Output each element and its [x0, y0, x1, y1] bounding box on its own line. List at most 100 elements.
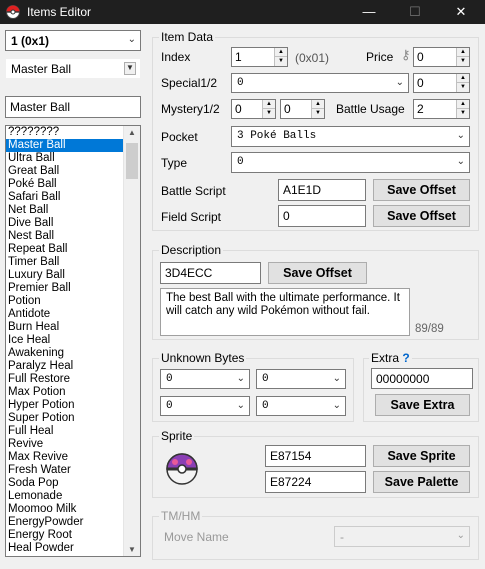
battle-usage-down-icon[interactable]: ▼ [456, 109, 469, 118]
list-item[interactable]: Nest Ball [6, 230, 123, 243]
unknown-byte-3[interactable]: 0 ⌄ [160, 396, 250, 416]
special-stepper[interactable]: 0 ▲ ▼ [413, 73, 470, 93]
list-item[interactable]: Repeat Ball [6, 243, 123, 256]
price-up-icon[interactable]: ▲ [456, 48, 469, 57]
battle-script-field[interactable]: A1E1D [278, 179, 366, 201]
mystery1-up-icon[interactable]: ▲ [262, 100, 275, 109]
list-item[interactable]: Max Revive [6, 451, 123, 464]
item-name-field[interactable]: Master Ball [5, 96, 141, 118]
list-item[interactable]: Luxury Ball [6, 269, 123, 282]
item-name-field-value: Master Ball [10, 100, 71, 114]
unknown-byte-1[interactable]: 0 ⌄ [160, 369, 250, 389]
index-up-icon[interactable]: ▲ [274, 48, 287, 57]
description-save-button[interactable]: Save Offset [268, 262, 367, 284]
list-item[interactable]: Paralyz Heal [6, 360, 123, 373]
special-up-icon[interactable]: ▲ [456, 74, 469, 83]
list-item[interactable]: Dive Ball [6, 217, 123, 230]
list-item[interactable]: Revive [6, 438, 123, 451]
item-name-combo[interactable]: Master Ball ▼ [5, 58, 141, 79]
battle-usage-label: Battle Usage [336, 102, 405, 116]
description-count: 89/89 [415, 323, 444, 335]
list-item[interactable]: Net Ball [6, 204, 123, 217]
list-item[interactable]: Master Ball [6, 139, 123, 152]
price-stepper[interactable]: 0 ▲ ▼ [413, 47, 470, 67]
list-item[interactable]: Antidote [6, 308, 123, 321]
list-item[interactable]: Max Potion [6, 386, 123, 399]
index-stepper[interactable]: 1 ▲ ▼ [231, 47, 288, 67]
save-sprite-button[interactable]: Save Sprite [373, 445, 470, 467]
unknown-byte-1-value: 0 [166, 373, 173, 385]
save-extra-button[interactable]: Save Extra [375, 394, 470, 416]
special-down-icon[interactable]: ▼ [456, 83, 469, 92]
battle-script-save-button[interactable]: Save Offset [373, 179, 470, 201]
list-item[interactable]: Ice Heal [6, 334, 123, 347]
title-bar: Items Editor — ☐ ✕ [0, 0, 485, 24]
field-script-field[interactable]: 0 [278, 205, 366, 227]
battle-script-label: Battle Script [161, 184, 226, 198]
list-item[interactable]: Lemonade [6, 490, 123, 503]
field-script-save-button[interactable]: Save Offset [373, 205, 470, 227]
list-item[interactable]: Moomoo Milk [6, 503, 123, 516]
help-icon[interactable]: ? [402, 351, 409, 365]
mystery1-value: 0 [235, 102, 242, 116]
pocket-combo[interactable]: 3 Poké Balls ⌄ [231, 126, 470, 147]
battle-usage-stepper[interactable]: 2 ▲ ▼ [413, 99, 470, 119]
type-combo[interactable]: 0 ⌄ [231, 152, 470, 173]
mystery2-up-icon[interactable]: ▲ [311, 100, 324, 109]
price-down-icon[interactable]: ▼ [456, 57, 469, 66]
sprite-offset-field[interactable]: E87154 [265, 445, 366, 467]
list-item[interactable]: Great Ball [6, 165, 123, 178]
index-label: Index [161, 50, 191, 64]
list-item[interactable]: ???????? [6, 126, 123, 139]
list-item[interactable]: Super Potion [6, 412, 123, 425]
unknown-byte-4-value: 0 [262, 400, 269, 412]
special-combo[interactable]: 0 ⌄ [231, 73, 409, 93]
extra-label: Extra ? [369, 351, 412, 365]
dropdown-arrow-icon[interactable]: ▼ [124, 62, 136, 75]
index-value: 1 [235, 50, 242, 64]
field-script-label: Field Script [161, 210, 222, 224]
list-item[interactable]: Potion [6, 295, 123, 308]
item-list[interactable]: ???????? Master Ball Ultra Ball Great Ball P… [5, 125, 141, 557]
mystery-label: Mystery1/2 [161, 102, 220, 116]
minimize-icon[interactable]: — [346, 0, 392, 24]
close-icon[interactable]: ✕ [438, 0, 484, 24]
list-item[interactable]: Safari Ball [6, 191, 123, 204]
mystery2-stepper[interactable]: 0 ▲ ▼ [280, 99, 325, 119]
maximize-icon[interactable]: ☐ [392, 0, 438, 24]
index-down-icon[interactable]: ▼ [274, 57, 287, 66]
move-name-combo[interactable]: - ⌄ [334, 526, 470, 547]
list-item[interactable]: Full Heal [6, 425, 123, 438]
item-select[interactable]: 1 (0x1) ⌄ [5, 30, 141, 51]
scroll-up-icon[interactable]: ▲ [128, 128, 136, 137]
list-scrollbar[interactable]: ▲ ▼ [123, 126, 140, 556]
list-item[interactable]: Soda Pop [6, 477, 123, 490]
list-item[interactable]: Awakening [6, 347, 123, 360]
mystery1-stepper[interactable]: 0 ▲ ▼ [231, 99, 276, 119]
unknown-bytes-label: Unknown Bytes [159, 351, 247, 365]
list-item[interactable]: Premier Ball [6, 282, 123, 295]
list-item[interactable]: Energy Root [6, 529, 123, 542]
list-item[interactable]: EnergyPowder [6, 516, 123, 529]
scroll-thumb[interactable] [126, 143, 138, 179]
scroll-down-icon[interactable]: ▼ [128, 545, 136, 554]
extra-field[interactable]: 00000000 [371, 368, 473, 389]
battle-script-value: A1E1D [283, 183, 322, 197]
palette-offset-field[interactable]: E87224 [265, 471, 366, 493]
list-item[interactable]: Full Restore [6, 373, 123, 386]
list-item[interactable]: Timer Ball [6, 256, 123, 269]
description-offset-field[interactable]: 3D4ECC [160, 262, 261, 284]
list-item[interactable]: Burn Heal [6, 321, 123, 334]
list-item[interactable]: Ultra Ball [6, 152, 123, 165]
list-item[interactable]: Hyper Potion [6, 399, 123, 412]
mystery2-down-icon[interactable]: ▼ [311, 109, 324, 118]
unknown-byte-2[interactable]: 0 ⌄ [256, 369, 346, 389]
list-item[interactable]: Fresh Water [6, 464, 123, 477]
battle-usage-up-icon[interactable]: ▲ [456, 100, 469, 109]
save-palette-button[interactable]: Save Palette [373, 471, 470, 493]
list-item[interactable]: Poké Ball [6, 178, 123, 191]
list-item[interactable]: Heal Powder [6, 542, 123, 555]
mystery1-down-icon[interactable]: ▼ [262, 109, 275, 118]
unknown-byte-4[interactable]: 0 ⌄ [256, 396, 346, 416]
description-text[interactable]: The best Ball with the ultimate performa… [160, 288, 410, 336]
